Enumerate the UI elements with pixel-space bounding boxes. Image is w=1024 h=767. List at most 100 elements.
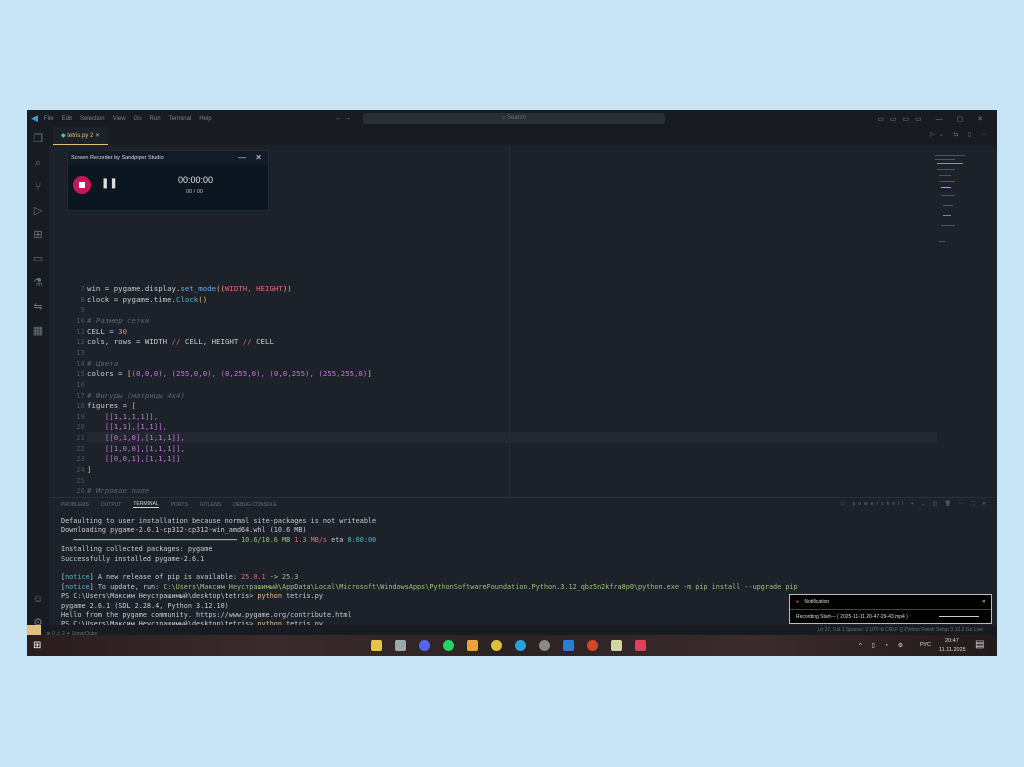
testing-icon[interactable]: ⚗ (27, 271, 49, 295)
menu-file[interactable]: File (44, 116, 54, 122)
panel-tab-gitlens[interactable]: GITLENS (200, 502, 221, 508)
extensions-icon[interactable]: ⊞ (27, 223, 49, 247)
close-icon[interactable]: ✕ (255, 151, 262, 165)
obs-icon[interactable] (539, 640, 550, 651)
menu-view[interactable]: View (113, 116, 126, 122)
clock-date[interactable]: 11.11.2025 (939, 647, 966, 653)
vscode-taskbar-icon[interactable] (563, 640, 574, 651)
panel-tab-ports[interactable]: PORTS (171, 502, 188, 508)
minimize-icon[interactable]: — (238, 151, 246, 165)
minimap[interactable] (929, 145, 997, 265)
close-tab-icon[interactable]: ✕ (95, 133, 100, 139)
terminal-line: Successfully installed pygame-2.6.1 (61, 555, 798, 564)
gitlens-icon[interactable]: ⇋ (27, 295, 49, 319)
code-token: # Игровое поле (87, 486, 150, 496)
code-token: [[1,1],[1,1]], (104, 422, 168, 432)
menu-go[interactable]: Go (134, 116, 142, 122)
run-debug-icon[interactable]: ▷ (27, 199, 49, 223)
menu-run[interactable]: Run (150, 116, 161, 122)
terminal-token: ━━━━━━━━━━━━━━━━━━━━━━━━━━━━━━━━━━━━━━━━ (61, 535, 242, 544)
search-box[interactable]: ⌕ Search (363, 113, 665, 124)
code-token: WIDTH, HEIGHT (224, 284, 283, 293)
notifications-icon[interactable]: ▤ (975, 639, 984, 650)
line-number: 25 (76, 475, 85, 485)
discord-icon[interactable] (419, 640, 430, 651)
language-indicator[interactable]: РУС (920, 642, 931, 648)
tab-bar: ◆ tetris.py 2 ✕ ▷⌄ ⇆ ▯ ⋯ (49, 127, 997, 145)
code-token: ] (87, 465, 92, 475)
panel-actions[interactable]: ▭ powershell + ⌄ ◫ 🗑 ⋯ ⛶ ✕ (840, 501, 989, 507)
source-control-icon[interactable]: ⑂ (27, 175, 49, 199)
app-icon-2[interactable] (491, 640, 502, 651)
terminal-line: Hello from the pygame community. https:/… (61, 611, 798, 620)
store-icon[interactable] (611, 640, 622, 651)
tab-tetris-py[interactable]: ◆ tetris.py 2 ✕ (53, 127, 109, 145)
terminal-token: Hello from the pygame community. https:/… (61, 610, 352, 619)
menu-edit[interactable]: Edit (62, 116, 72, 122)
menu-terminal[interactable]: Terminal (169, 116, 192, 122)
stop-record-button[interactable] (73, 176, 91, 194)
pause-button[interactable]: ❚❚ (101, 178, 118, 189)
explorer-icon[interactable]: ❐ (27, 127, 49, 151)
notification-toast[interactable]: ● Notification ✕ Recording Start--- ( 20… (789, 594, 992, 624)
close-notification-icon[interactable]: ✕ (982, 595, 986, 610)
code-token: [ (131, 401, 136, 411)
file-explorer-icon[interactable] (371, 640, 382, 651)
code-token: [[0,0,1],[1,1,1]] (104, 454, 181, 464)
code-token: CELL, HEIGHT (180, 337, 243, 347)
nav-arrows[interactable]: ← → (335, 115, 351, 122)
line-number: 12 (76, 337, 85, 347)
windows-start-icon[interactable]: ⊞ (33, 640, 41, 651)
edge-icon[interactable] (515, 640, 526, 651)
terminal-token: notice (65, 573, 90, 582)
yandex-icon[interactable] (467, 640, 478, 651)
search-icon[interactable]: ⌕ (27, 151, 49, 175)
code-token: [[1,0,0],[1,1,1]], (104, 443, 185, 453)
panel-tab-terminal[interactable]: TERMINAL (133, 501, 159, 508)
code-token: figures = (87, 401, 132, 411)
code-token: // (242, 337, 252, 347)
code-token: CELL (251, 337, 274, 347)
terminal-line: pygame 2.6.1 (SDL 2.28.4, Python 3.12.10… (61, 602, 798, 611)
line-number: 17 (76, 390, 85, 400)
screen-recorder-window: Screen Recorder by Sandpiper Studio — ✕ … (67, 150, 269, 211)
app-icon[interactable] (395, 640, 406, 651)
terminal-token: pygame 2.6.1 (SDL 2.28.4, Python 3.12.10… (61, 601, 229, 610)
tray-icons[interactable]: ^ ▯ ◔ ⚙ (859, 642, 907, 649)
remote-indicator[interactable] (27, 625, 41, 635)
code-token: # Цвета (87, 358, 119, 368)
whatsapp-icon[interactable] (443, 640, 454, 651)
clock-time[interactable]: 20:47 (945, 638, 959, 644)
window-controls[interactable]: ▭▭▭▭ — ▢ ✕ (877, 115, 989, 123)
panel-tab-debug-console[interactable]: DEBUG CONSOLE (233, 502, 277, 508)
recorder-taskbar-icon[interactable] (635, 640, 646, 651)
status-right[interactable]: Ln 27, Col 1 Spaces: 2 UTF-8 CRLF {} Pyt… (818, 625, 983, 635)
code-token: # Размер сетки (87, 315, 150, 325)
code-token: (( (216, 284, 225, 293)
terminal-line: Installing collected packages: pygame (61, 545, 798, 554)
panel-tab-output[interactable]: OUTPUT (101, 502, 122, 508)
menu-selection[interactable]: Selection (80, 116, 105, 122)
line-number: 23 (76, 454, 85, 464)
vscode-window: ◀ File Edit Selection View Go Run Terminal Help… (27, 110, 997, 656)
editor-actions[interactable]: ▷⌄ ⇆ ▯ ⋯ (930, 131, 991, 138)
line-number: 16 (76, 379, 85, 389)
recorder-title: Screen Recorder by Sandpiper Studio (71, 155, 164, 161)
terminal-token: Defaulting to user installation because … (61, 517, 377, 525)
code-text: # Фигуры (матрицы 4x4) (87, 391, 185, 402)
code-token: clock = pygame.time. (87, 294, 176, 304)
terminal-output[interactable]: Defaulting to user installation because … (61, 517, 798, 630)
account-icon[interactable]: ☺ (27, 587, 49, 611)
line-number: 24 (76, 465, 85, 475)
line-number: 21 (76, 433, 85, 443)
panel-tab-problems[interactable]: PROBLEMS (61, 502, 89, 508)
terminal-token: PS C:\Users\Максим Неустрашимый\desktop\… (61, 592, 258, 601)
remote-icon[interactable]: ▭ (27, 247, 49, 271)
docs-icon[interactable]: ▦ (27, 319, 49, 343)
powerpoint-icon[interactable] (587, 640, 598, 651)
line-number: 26 (76, 486, 85, 496)
terminal-token: Downloading pygame-2.6.1-cp312-cp312-win… (61, 526, 307, 535)
menu-help[interactable]: Help (199, 116, 211, 122)
terminal-line: PS C:\Users\Максим Неустрашимый\desktop\… (61, 592, 798, 601)
